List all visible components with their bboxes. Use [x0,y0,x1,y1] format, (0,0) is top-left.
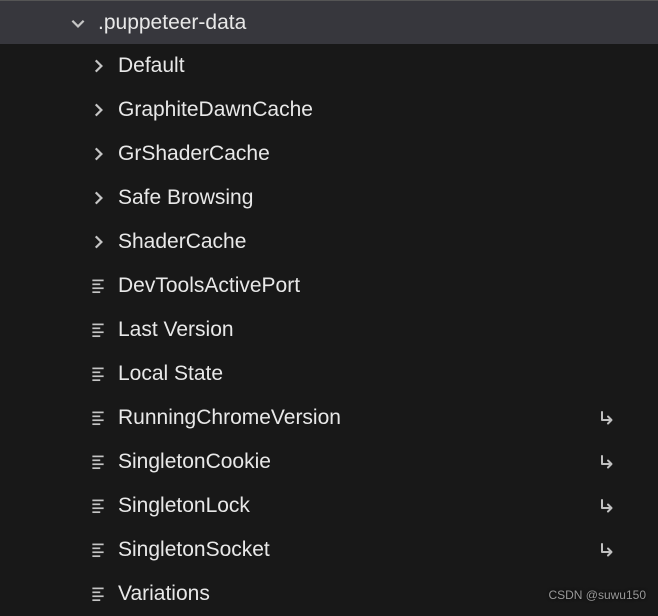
chevron-right-icon [86,57,110,75]
file-item[interactable]: Last Version [10,308,648,352]
folder-label: GraphiteDawnCache [118,98,313,122]
file-lines-icon [86,453,110,471]
file-item[interactable]: SingletonLock [10,484,648,528]
file-label: SingletonLock [118,494,250,518]
file-item[interactable]: SingletonCookie [10,440,648,484]
file-label: DevToolsActivePort [118,274,300,298]
symlink-arrow-icon [598,452,618,472]
file-item[interactable]: DevToolsActivePort [10,264,648,308]
folder-item[interactable]: GraphiteDawnCache [10,88,648,132]
chevron-right-icon [86,101,110,119]
file-tree-container: .puppeteer-data Default GraphiteDawnCach… [0,0,658,616]
folder-root-puppeteer-data[interactable]: .puppeteer-data [0,0,658,44]
file-item[interactable]: Local State [10,352,648,396]
symlink-arrow-icon [598,540,618,560]
folder-item[interactable]: GrShaderCache [10,132,648,176]
file-item[interactable]: RunningChromeVersion [10,396,648,440]
children-list: Default GraphiteDawnCache GrShaderCache … [10,44,648,616]
file-lines-icon [86,321,110,339]
folder-label: .puppeteer-data [98,11,246,35]
symlink-arrow-icon [598,496,618,516]
watermark: CSDN @suwu150 [548,588,646,602]
folder-label: Safe Browsing [118,186,253,210]
chevron-down-icon [66,14,90,32]
folder-item[interactable]: ShaderCache [10,220,648,264]
file-lines-icon [86,409,110,427]
chevron-right-icon [86,189,110,207]
file-label: Last Version [118,318,234,342]
folder-label: ShaderCache [118,230,246,254]
symlink-arrow-icon [598,408,618,428]
file-label: Local State [118,362,223,386]
file-tree: .puppeteer-data Default GraphiteDawnCach… [10,0,648,616]
file-label: RunningChromeVersion [118,406,341,430]
file-label: Variations [118,582,210,606]
file-lines-icon [86,365,110,383]
folder-label: GrShaderCache [118,142,270,166]
folder-item[interactable]: Default [10,44,648,88]
file-item[interactable]: SingletonSocket [10,528,648,572]
file-lines-icon [86,585,110,603]
file-label: SingletonCookie [118,450,271,474]
chevron-right-icon [86,233,110,251]
file-lines-icon [86,277,110,295]
file-label: SingletonSocket [118,538,270,562]
folder-item[interactable]: Safe Browsing [10,176,648,220]
chevron-right-icon [86,145,110,163]
file-lines-icon [86,497,110,515]
file-lines-icon [86,541,110,559]
folder-label: Default [118,54,185,78]
